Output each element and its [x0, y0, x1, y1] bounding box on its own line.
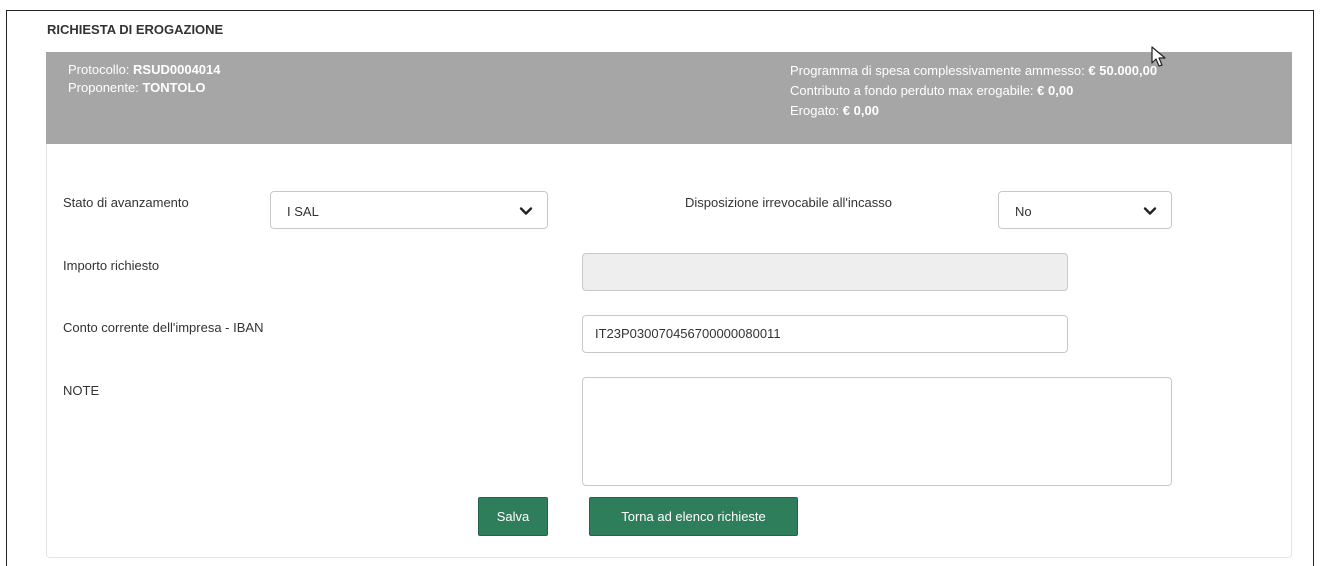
contributo-row: Contributo a fondo perduto max erogabile…	[790, 81, 1157, 101]
torna-button[interactable]: Torna ad elenco richieste	[589, 497, 798, 536]
note-label: NOTE	[63, 383, 100, 398]
summary-right: Programma di spesa complessivamente amme…	[790, 61, 1157, 121]
proponente-row: Proponente: TONTOLO	[68, 79, 221, 97]
salva-button[interactable]: Salva	[478, 497, 548, 536]
chevron-down-icon	[519, 207, 533, 215]
protocollo-label: Protocollo:	[68, 62, 130, 77]
section-title: RICHIESTA DI EROGAZIONE	[47, 22, 224, 37]
proponente-label: Proponente:	[68, 80, 139, 95]
summary-bar: Protocollo: RSUD0004014 Proponente: TONT…	[46, 52, 1292, 144]
mouse-pointer-icon	[1151, 46, 1166, 67]
disposizione-select[interactable]: No	[998, 191, 1172, 229]
note-textarea[interactable]	[582, 377, 1172, 486]
programma-row: Programma di spesa complessivamente amme…	[790, 61, 1157, 81]
contributo-value: € 0,00	[1037, 83, 1074, 98]
summary-left: Protocollo: RSUD0004014 Proponente: TONT…	[68, 61, 221, 97]
chevron-down-icon	[1143, 207, 1157, 215]
iban-input[interactable]: IT23P0300704567000000800​11	[582, 315, 1068, 353]
importo-label: Importo richiesto	[63, 258, 160, 273]
protocollo-row: Protocollo: RSUD0004014	[68, 61, 221, 79]
disposizione-select-value: No	[1015, 204, 1032, 219]
programma-label: Programma di spesa complessivamente amme…	[790, 63, 1085, 78]
erogato-value: € 0,00	[842, 103, 879, 118]
iban-label: Conto corrente dell'impresa - IBAN	[63, 320, 264, 335]
programma-value: € 50.000,00	[1088, 63, 1158, 78]
importo-input[interactable]	[582, 253, 1068, 291]
disposizione-label: Disposizione irrevocabile all'incasso	[685, 195, 892, 210]
erogato-label: Erogato:	[790, 103, 840, 118]
protocollo-value: RSUD0004014	[133, 62, 221, 77]
stato-label: Stato di avanzamento	[63, 195, 189, 210]
stato-select[interactable]: I SAL	[270, 191, 548, 229]
contributo-label: Contributo a fondo perduto max erogabile…	[790, 83, 1034, 98]
proponente-value: TONTOLO	[142, 80, 206, 95]
erogato-row: Erogato: € 0,00	[790, 101, 1157, 121]
stato-select-value: I SAL	[287, 204, 319, 219]
